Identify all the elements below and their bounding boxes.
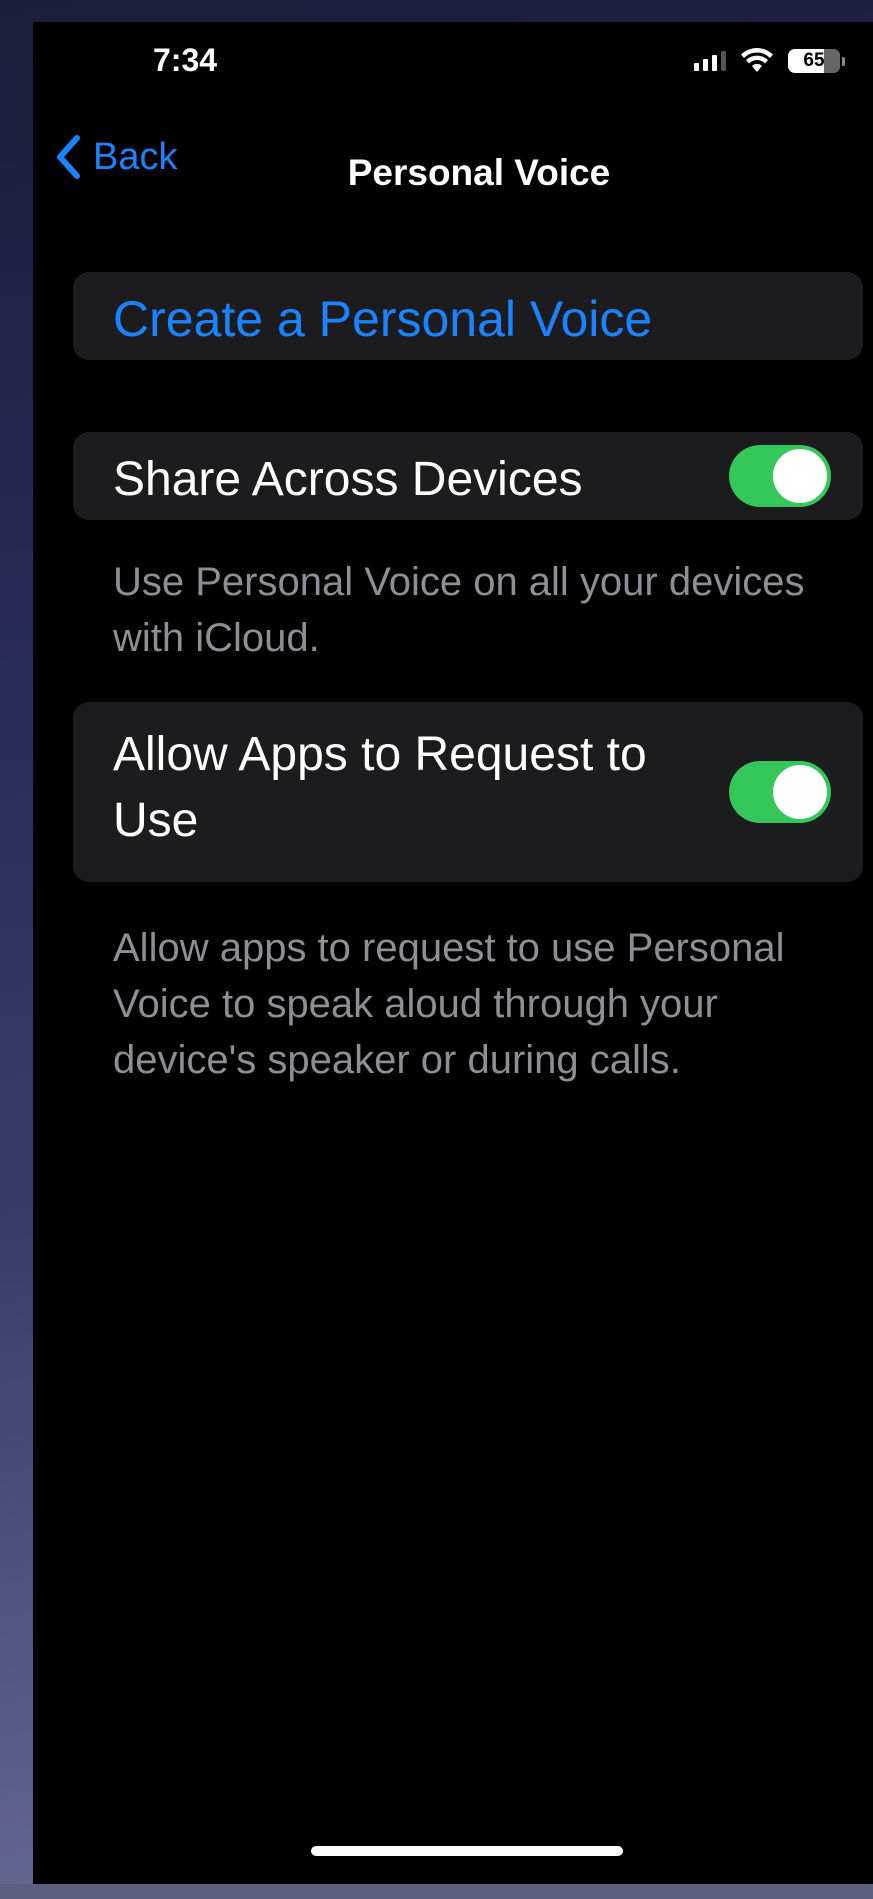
background-strip bbox=[0, 1884, 873, 1899]
status-icons: 65 bbox=[694, 48, 845, 74]
allow-apps-label: Allow Apps to Request to Use bbox=[113, 728, 647, 847]
allow-apps-row: Allow Apps to Request to Use bbox=[73, 702, 863, 882]
phone-screen: 7:34 65 Back Personal Voice Create a Per… bbox=[33, 22, 873, 1884]
toggle-knob bbox=[773, 765, 827, 819]
share-across-devices-row: Share Across Devices bbox=[73, 432, 863, 520]
status-time: 7:34 bbox=[153, 42, 218, 78]
status-bar: 7:34 65 bbox=[33, 22, 873, 102]
toggle-knob bbox=[773, 449, 827, 503]
battery-icon: 65 bbox=[788, 49, 845, 73]
share-across-devices-note: Use Personal Voice on all your devices w… bbox=[113, 560, 805, 660]
wifi-icon bbox=[741, 48, 773, 72]
share-across-devices-toggle[interactable] bbox=[729, 445, 831, 507]
page-title: Personal Voice bbox=[347, 152, 611, 193]
create-personal-voice-button[interactable]: Create a Personal Voice bbox=[73, 272, 863, 360]
battery-percent: 65 bbox=[803, 50, 825, 71]
allow-apps-toggle[interactable] bbox=[729, 761, 831, 823]
home-indicator[interactable] bbox=[311, 1846, 623, 1856]
share-across-devices-label: Share Across Devices bbox=[113, 453, 583, 506]
navigation-bar: Back Personal Voice bbox=[33, 122, 873, 202]
cellular-signal-icon bbox=[694, 51, 726, 71]
create-personal-voice-label: Create a Personal Voice bbox=[113, 291, 653, 347]
allow-apps-note: Allow apps to request to use Personal Vo… bbox=[113, 926, 785, 1082]
